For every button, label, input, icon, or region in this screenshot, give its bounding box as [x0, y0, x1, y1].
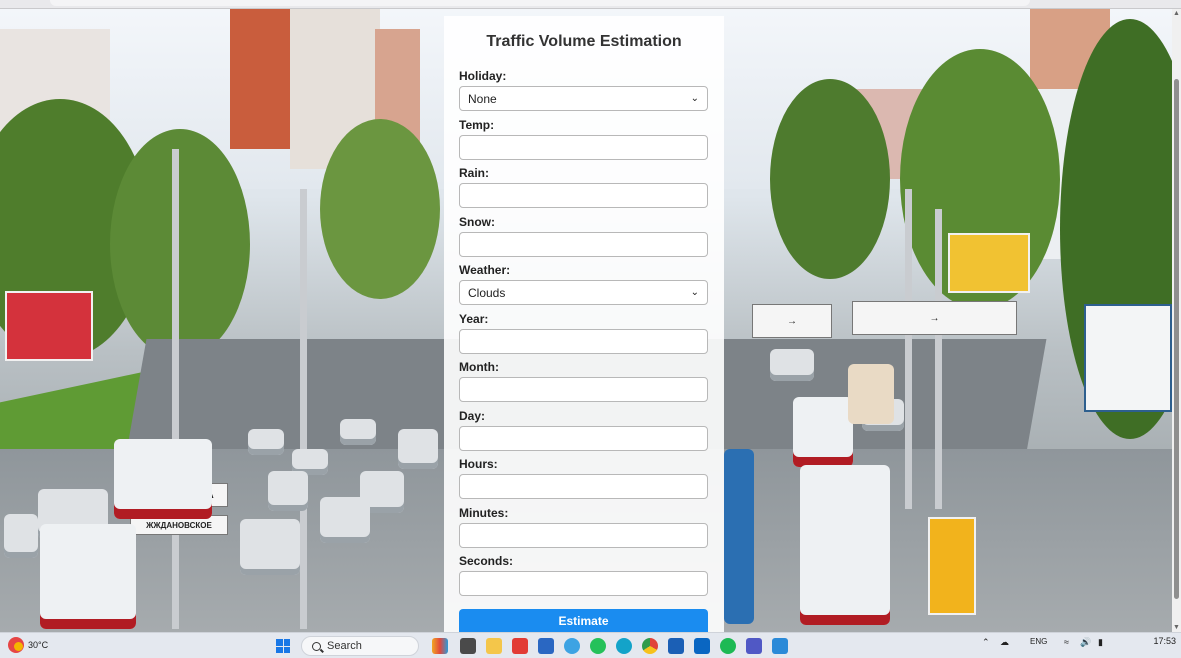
seconds-label: Seconds: — [459, 554, 514, 568]
car — [770, 349, 814, 381]
estimate-button[interactable]: Estimate — [459, 609, 708, 632]
truck — [848, 364, 894, 424]
word-icon[interactable] — [668, 638, 684, 654]
taskbar-search[interactable]: Search — [301, 636, 419, 656]
car — [240, 519, 300, 575]
weather-label: Weather: — [459, 263, 511, 277]
scroll-up-arrow-icon[interactable]: ▲ — [1173, 10, 1180, 17]
tree — [320, 119, 440, 299]
address-bar[interactable] — [50, 0, 1030, 6]
page-scrollbar[interactable]: ▲ ▼ — [1172, 9, 1181, 632]
store-icon[interactable] — [538, 638, 554, 654]
hours-label: Hours: — [459, 457, 498, 471]
language-indicator[interactable]: ENG — [1030, 637, 1047, 646]
wifi-icon[interactable]: ≈ — [1064, 637, 1069, 647]
temp-input[interactable] — [459, 135, 708, 160]
volume-icon[interactable]: 🔊 — [1080, 637, 1091, 648]
day-label: Day: — [459, 409, 486, 423]
gmail-icon[interactable] — [512, 638, 528, 654]
month-input[interactable] — [459, 377, 708, 402]
chrome-icon[interactable] — [642, 638, 658, 654]
battery-icon[interactable]: ▮ — [1098, 637, 1103, 648]
cloud-icon[interactable]: ☁ — [1000, 637, 1009, 648]
estimation-form: Traffic Volume Estimation Holiday: None … — [444, 16, 724, 632]
search-placeholder: Search — [327, 640, 362, 652]
car — [398, 429, 438, 469]
scroll-down-arrow-icon[interactable]: ▼ — [1173, 624, 1180, 631]
tree — [110, 129, 250, 359]
lamp-post — [300, 189, 307, 629]
car — [320, 497, 370, 543]
car — [340, 419, 376, 445]
bus — [793, 397, 853, 467]
clock[interactable]: 17:53 — [1136, 636, 1176, 647]
teams-icon[interactable] — [746, 638, 762, 654]
hours-input[interactable] — [459, 474, 708, 499]
linkedin-icon[interactable] — [694, 638, 710, 654]
car — [268, 471, 308, 511]
year-input[interactable] — [459, 329, 708, 354]
holiday-selected-value: None — [468, 91, 497, 106]
weather-icon — [8, 637, 24, 653]
weather-widget[interactable]: 30°C — [8, 637, 48, 653]
snow-label: Snow: — [459, 215, 495, 229]
tree — [770, 79, 890, 279]
seconds-input[interactable] — [459, 571, 708, 596]
direction-sign: → — [752, 304, 832, 338]
minutes-input[interactable] — [459, 523, 708, 548]
road-sign — [928, 517, 976, 615]
holiday-select[interactable]: None ⌄ — [459, 86, 708, 111]
vscode-icon[interactable] — [772, 638, 788, 654]
rain-input[interactable] — [459, 183, 708, 208]
form-title: Traffic Volume Estimation — [486, 33, 682, 50]
lamp-post — [172, 149, 179, 629]
truck — [724, 449, 754, 624]
whatsapp-icon[interactable] — [590, 638, 606, 654]
chevron-up-icon[interactable]: ⌃ — [982, 637, 990, 648]
spotify-icon[interactable] — [720, 638, 736, 654]
weather-select[interactable]: Clouds ⌄ — [459, 280, 708, 305]
bus — [800, 465, 890, 625]
direction-sign: → — [852, 301, 1017, 335]
clock-time: 17:53 — [1153, 636, 1176, 646]
year-label: Year: — [459, 312, 489, 326]
rain-label: Rain: — [459, 166, 489, 180]
chevron-down-icon: ⌄ — [690, 287, 699, 298]
car — [248, 429, 284, 455]
chevron-down-icon: ⌄ — [690, 93, 699, 104]
van — [40, 524, 136, 629]
copilot-icon[interactable] — [564, 638, 580, 654]
month-label: Month: — [459, 360, 499, 374]
billboard — [1084, 304, 1172, 412]
browser-top-strip — [0, 0, 1181, 9]
lamp-post — [935, 209, 942, 509]
minutes-label: Minutes: — [459, 506, 509, 520]
task-view-icon[interactable] — [460, 638, 476, 654]
car — [4, 514, 38, 558]
taskbar: 30°C Search ⌃ ☁ ENG ≈ 🔊 ▮ 17:53 — [0, 632, 1181, 658]
billboard — [948, 233, 1030, 293]
building — [230, 9, 290, 149]
edge-icon[interactable] — [616, 638, 632, 654]
holiday-label: Holiday: — [459, 69, 507, 83]
file-explorer-icon[interactable] — [486, 638, 502, 654]
weather-temp: 30°C — [28, 640, 49, 650]
snow-input[interactable] — [459, 232, 708, 257]
search-icon — [312, 641, 321, 651]
truck — [114, 439, 212, 519]
scrollbar-thumb[interactable] — [1174, 79, 1179, 599]
billboard — [5, 291, 93, 361]
day-input[interactable] — [459, 426, 708, 451]
lamp-post — [905, 189, 912, 509]
temp-label: Temp: — [459, 118, 495, 132]
weather-selected-value: Clouds — [468, 285, 506, 300]
windows-start-icon[interactable] — [276, 639, 290, 653]
widgets-icon[interactable] — [432, 638, 448, 654]
